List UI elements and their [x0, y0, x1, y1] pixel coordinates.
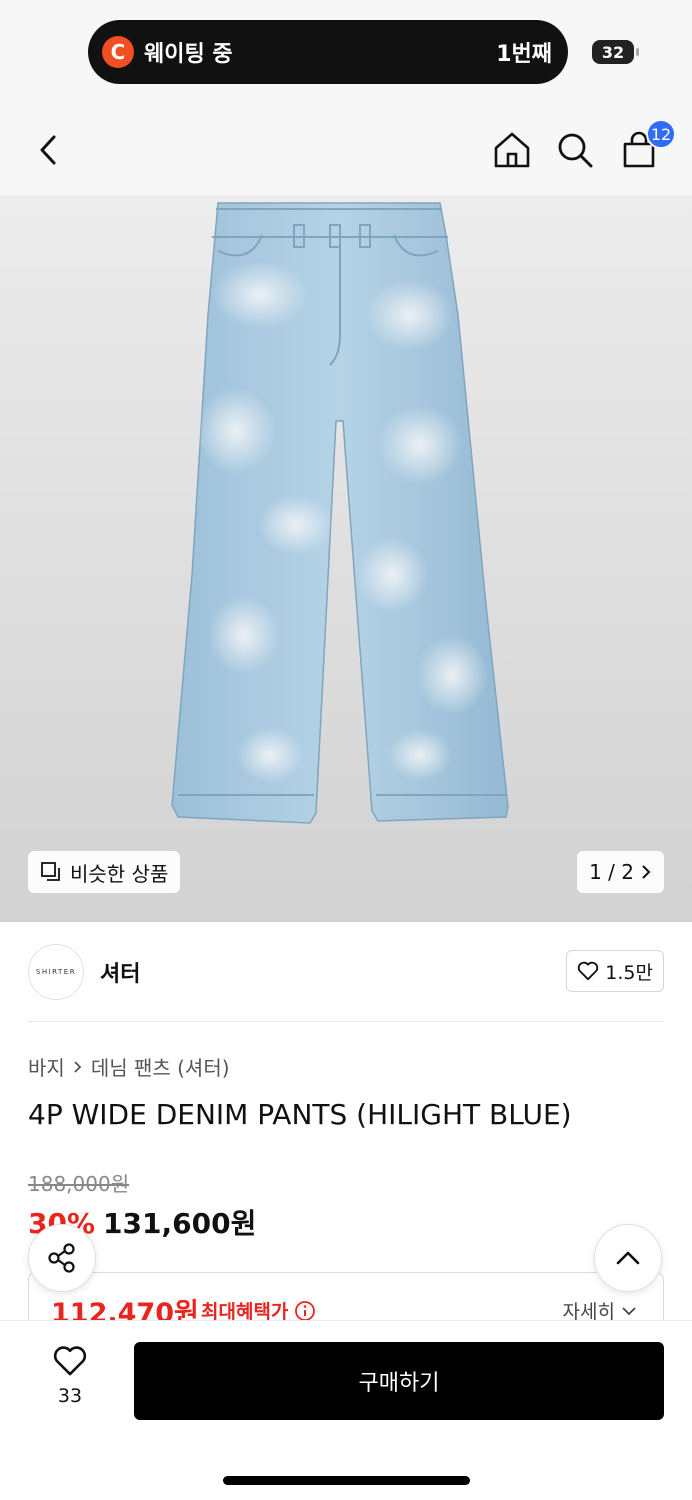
waiting-count: 1번째	[496, 42, 552, 67]
home-icon	[494, 132, 530, 168]
product-title: 4P WIDE DENIM PANTS (HILIGHT BLUE)	[28, 1098, 572, 1131]
search-icon	[558, 133, 593, 168]
product-like-button[interactable]: 33	[40, 1345, 100, 1407]
chevron-up-icon	[616, 1251, 640, 1265]
buy-button[interactable]: 구매하기	[134, 1342, 664, 1420]
home-indicator	[223, 1476, 470, 1485]
scroll-top-button[interactable]	[594, 1224, 662, 1292]
similar-products-icon	[41, 862, 60, 881]
sale-price: 131,600원	[103, 1207, 257, 1240]
product-image	[171, 202, 509, 824]
chevron-right-icon	[74, 1060, 82, 1073]
similar-products-label: 비슷한 상품	[70, 861, 169, 886]
product-like-count: 33	[57, 1385, 83, 1407]
share-icon	[48, 1243, 75, 1273]
brand-name[interactable]: 셔터	[100, 956, 140, 988]
heart-icon	[53, 1346, 87, 1376]
waiting-app-logo: C	[102, 36, 134, 68]
battery-indicator: 32	[592, 40, 639, 64]
product-image-carousel[interactable]: 비슷한 상품 1 / 2	[0, 195, 692, 922]
share-button[interactable]	[28, 1224, 96, 1292]
divider	[28, 1021, 664, 1022]
info-icon[interactable]	[294, 1300, 316, 1322]
brand-logo[interactable]: SHIRTER	[28, 944, 84, 1000]
app-header: 12	[0, 105, 692, 195]
image-pager[interactable]: 1 / 2	[577, 851, 664, 893]
breadcrumb-item[interactable]: 데님 팬츠 (셔터)	[91, 1052, 230, 1081]
home-button[interactable]	[487, 125, 537, 175]
status-bar: C 웨이팅 중 1번째 32	[0, 0, 692, 105]
waiting-text: 웨이팅 중	[144, 42, 233, 67]
brand-like-button[interactable]: 1.5만	[566, 950, 664, 992]
heart-icon	[578, 961, 599, 981]
chevron-down-icon	[622, 1306, 636, 1315]
chevron-left-icon	[40, 135, 56, 165]
cart-button[interactable]: 12	[614, 119, 676, 175]
chevron-right-icon	[642, 865, 651, 879]
back-button[interactable]	[24, 125, 74, 175]
brand-row[interactable]: SHIRTER 셔터 1.5만	[28, 942, 664, 1002]
search-button[interactable]	[550, 125, 600, 175]
breadcrumb-item[interactable]: 바지	[28, 1052, 65, 1081]
brand-like-count: 1.5만	[605, 961, 653, 984]
bottom-purchase-bar: 33 구매하기	[0, 1320, 692, 1500]
waiting-indicator[interactable]: C 웨이팅 중 1번째	[88, 20, 568, 84]
original-price: 188,000원	[28, 1172, 130, 1196]
similar-products-button[interactable]: 비슷한 상품	[28, 851, 181, 893]
breadcrumb: 바지 데님 팬츠 (셔터)	[28, 1052, 230, 1081]
brand-logo-text: SHIRTER	[35, 968, 77, 976]
image-pager-text: 1 / 2	[589, 860, 634, 884]
cart-count-badge: 12	[646, 119, 676, 149]
